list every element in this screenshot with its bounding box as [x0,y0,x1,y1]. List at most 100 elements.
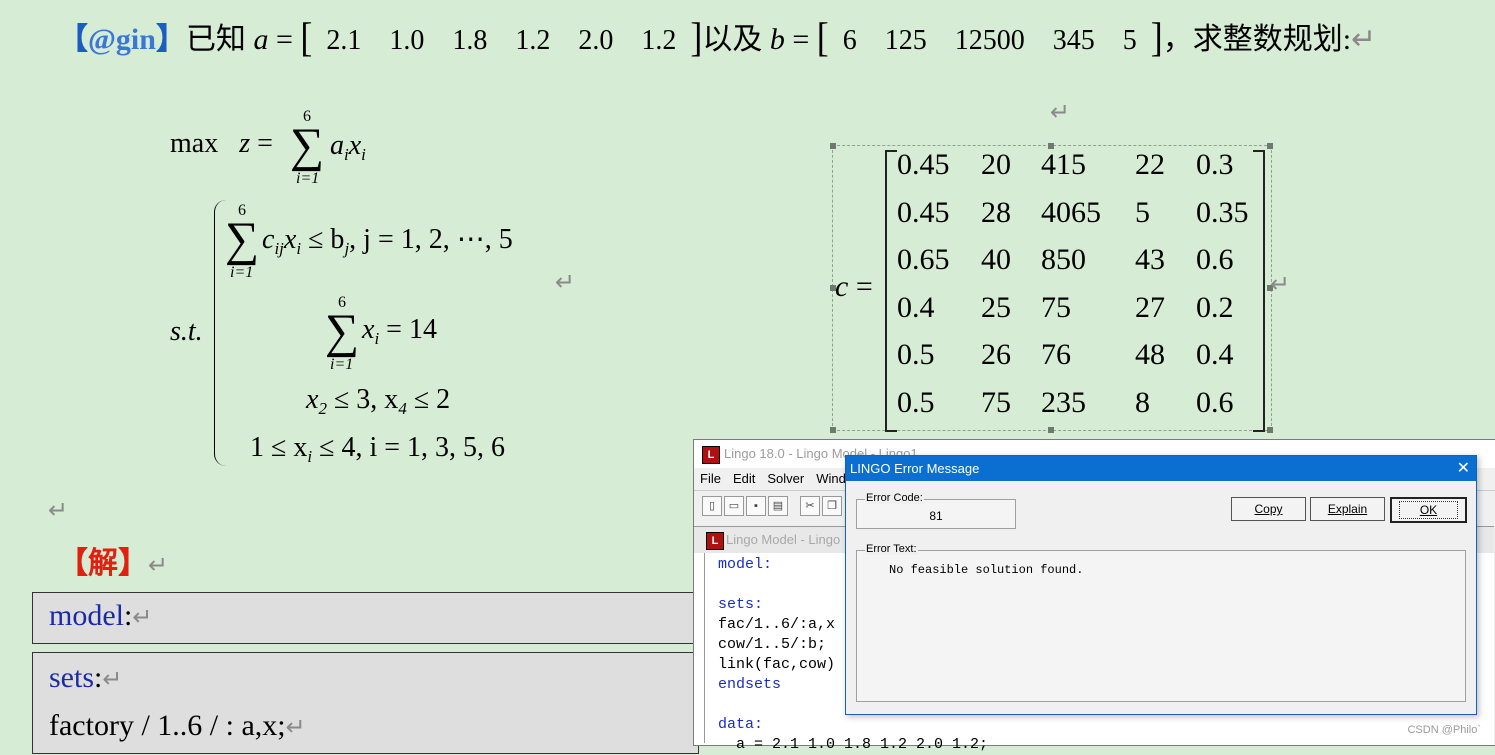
close-icon[interactable]: ✕ [1457,456,1470,481]
a-value: 1.2 [641,25,677,56]
matrix-cell: 0.45 [897,195,950,229]
b-value: 125 [884,25,927,56]
b-var: b [769,23,785,56]
b-value: 12500 [954,25,1025,56]
z-var: z [239,128,251,159]
c2-bottom: i=1 [330,356,354,373]
matrix-bracket-left [885,150,897,432]
paragraph-mark: ↵ [555,268,576,296]
error-code-group: Error Code: 81 [856,492,1016,529]
matrix-cell: 0.45 [897,148,950,181]
matrix-cell: 28 [981,195,1011,229]
copy-button[interactable]: Copy [1231,497,1306,521]
matrix-label: c = [835,270,873,303]
matrix-object[interactable]: c = 0.45 20 415 22 0.3 0.45 28 4065 5 0.35 0.65 40 8… [830,143,1273,433]
code-line: data: [718,716,764,733]
matrix-bracket-right [1253,150,1265,432]
a-value: 2.1 [326,25,362,56]
matrix-cell: 0.6 [1196,385,1234,419]
matrix-cell: 27 [1135,290,1165,324]
matrix-cell: 0.6 [1196,243,1234,276]
save-icon[interactable]: ▪ [746,496,766,516]
matrix-cell: 0.3 [1196,148,1234,181]
paragraph-mark: ↵ [48,496,69,524]
constraint-4: 1 ≤ xi ≤ 4, i = 1, 3, 5, 6 [250,432,506,466]
b-value: 345 [1052,25,1095,56]
matrix-cell: 5 [1135,195,1150,229]
lingo-app-icon: L [702,446,720,464]
error-text-value: No feasible solution found. [889,563,1084,577]
matrix-cell: 48 [1135,338,1165,371]
constraint-3: x2 ≤ 3, x4 ≤ 2 [306,384,451,418]
open-file-icon[interactable]: ▭ [724,496,744,516]
gin-tag: @gin [88,23,156,56]
max-label: max [170,128,219,159]
cut-icon[interactable]: ✂ [800,496,820,516]
paragraph-mark: ↵ [1351,22,1377,57]
code-line: a = 2.1 1.0 1.8 1.2 2.0 1.2; [718,736,989,753]
bracket-right: 】 [155,23,186,56]
print-icon[interactable]: ▤ [768,496,788,516]
watermark: CSDN @Philo` [1407,724,1481,736]
matrix-cell: 0.35 [1196,195,1249,229]
matrix-cell: 75 [981,385,1011,419]
ok-button[interactable]: OK [1390,497,1467,523]
sigma-symbol: ∑ [325,305,360,358]
error-dialog-title-bar[interactable]: LINGO Error Message ✕ [846,456,1476,481]
matrix-cell: 8 [1135,385,1150,419]
matrix-cell: 4065 [1041,195,1101,229]
constraint-2: xi = 14 [362,314,437,348]
matrix-cell: 76 [1041,338,1071,371]
a-value: 2.0 [578,25,614,56]
b-value: 5 [1122,25,1137,56]
a-value: 1.0 [389,25,425,56]
menu-item[interactable]: Solver [767,471,804,486]
matrix-cell: 20 [981,148,1011,181]
a-value: 1.8 [452,25,488,56]
paragraph-mark: ↵ [1050,98,1071,126]
constraint-1: cijxi ≤ bj, j = 1, 2, ⋯, 5 [262,224,513,258]
heading-outro: ，求整数规划: [1162,23,1352,56]
b-value: 6 [842,25,857,56]
matrix-cell: 26 [981,338,1011,371]
heading-between: 以及 [702,23,763,56]
heading-intro: 已知 [185,23,246,56]
c1-bottom: i=1 [230,264,254,281]
menu-item[interactable]: Wind [816,471,846,486]
matrix-cell: 235 [1041,385,1086,419]
problem-heading: 【@gin】已知 a = [2.1 1.0 1.8 1.2 2.0 1.2]以及 b = … [58,14,1377,60]
model-keyword: model [49,599,124,632]
a-var: a [253,23,269,56]
matrix-cell: 43 [1135,243,1165,276]
matrix-cell: 0.4 [1196,338,1234,371]
menu-item[interactable]: File [700,471,721,486]
paragraph-mark: ↵ [1270,270,1291,298]
code-box-sets: sets:↵ factory / 1..6 / : a,x;↵ [32,652,699,754]
model-icon: L [706,532,724,550]
matrix-cell: 850 [1041,243,1086,276]
solution-title: 【解】↵ [58,547,169,580]
matrix-cell: 25 [981,290,1011,324]
matrix-cell: 22 [1135,148,1165,181]
matrix-cell: 0.5 [897,338,935,371]
st-label: s.t. [170,316,203,347]
new-file-icon[interactable]: ▯ [702,496,722,516]
matrix-cell: 0.4 [897,290,935,324]
a-value: 1.2 [515,25,551,56]
bracket-left: 【 [58,23,88,56]
matrix-cell: 40 [981,243,1011,276]
sets-keyword: sets [49,661,94,694]
sigma-symbol: ∑ [225,213,260,266]
matrix-cell: 415 [1041,148,1086,181]
error-dialog[interactable]: LINGO Error Message ✕ Error Code: 81 Cop… [845,455,1477,715]
factory-line: factory / 1..6 / : a,x; [49,709,286,742]
objective-term: aixi [330,130,366,164]
menu-item[interactable]: Edit [733,471,755,486]
error-text-group: Error Text: No feasible solution found. [856,543,1466,702]
objective: max z = [170,128,273,159]
explain-button[interactable]: Explain [1310,497,1385,521]
b-vector: 6 125 12500 345 5 [829,25,1151,57]
matrix-cell: 75 [1041,290,1071,324]
copy-icon[interactable]: ❐ [822,496,842,516]
sigma-symbol: ∑ [290,119,325,172]
